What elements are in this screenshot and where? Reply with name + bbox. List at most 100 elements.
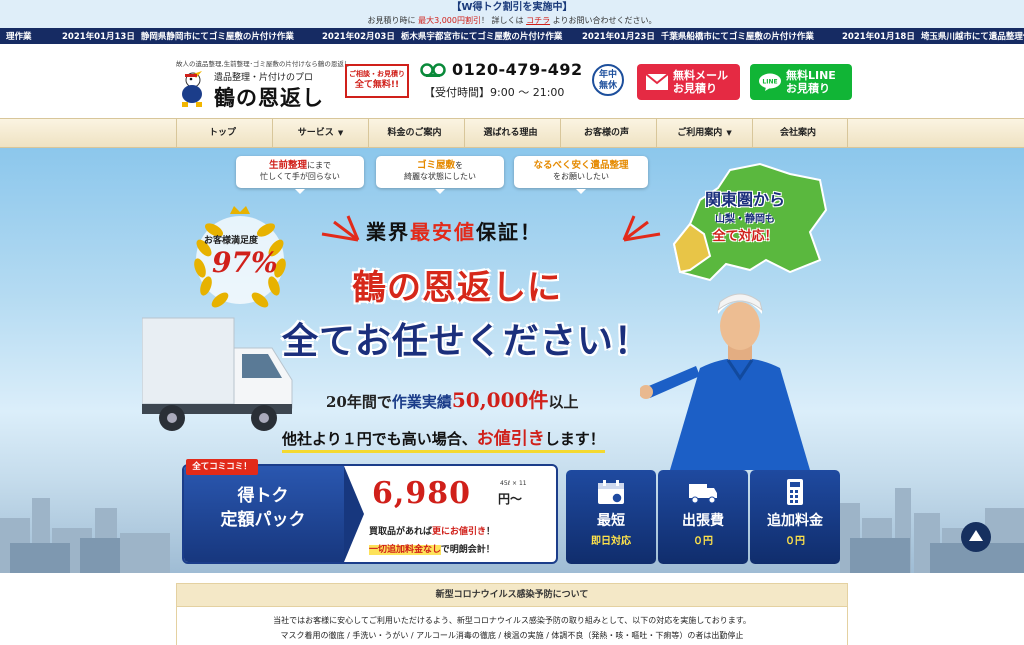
- line-estimate-button[interactable]: LINE 無料LINE お見積り: [750, 64, 852, 100]
- nav-reasons[interactable]: 選ばれる理由: [464, 119, 560, 147]
- covid-notice-title: 新型コロナウイルス感染予防について: [176, 583, 848, 607]
- worry-bubble-1: 生前整理にまで 忙しくて手が回らない: [236, 156, 364, 194]
- pack-size-note: 45ℓ × 11: [500, 480, 527, 487]
- ticker-text: 理作業: [6, 32, 32, 42]
- mail-label-2: お見積り: [673, 82, 717, 95]
- record-b: 作業実績: [391, 393, 452, 411]
- promo-suffix: よりお問い合わせください。: [552, 16, 657, 25]
- logo-tagline: 故人の遺品整理,生前整理･ゴミ屋敷の片付けなら鶴の恩返し: [176, 60, 351, 68]
- worry-bubble-2: ゴミ屋敷を 綺麗な状態にしたい: [376, 156, 504, 194]
- track-record: 20年間で作業実績50,000件以上: [326, 384, 578, 413]
- bubble-line2: をお願いしたい: [553, 172, 609, 181]
- service-area-text: 関東圏から 山梨・静岡も 全て対応！: [680, 186, 810, 244]
- note1-b: 更にお値引き: [432, 527, 487, 537]
- bubble-line2: 綺麗な状態にしたい: [404, 172, 476, 181]
- truck-image: [142, 317, 293, 431]
- price-match-promise: 他社より１円でも高い場合、お値引きします！: [282, 424, 605, 453]
- headline-primary: 鶴の恩返しに: [352, 268, 562, 308]
- ticker-item[interactable]: 理作業: [0, 30, 32, 42]
- nav-pricing[interactable]: 料金のご案内: [368, 119, 464, 147]
- line-app-icon: LINE: [759, 73, 781, 91]
- bubble-highlight: なるべく安く遺品整理: [533, 160, 629, 171]
- bubble-rest: にまで: [307, 161, 331, 170]
- free-top: ご相談・お見積り: [349, 70, 405, 78]
- pack-note-no-extra: 一切追加料金なしで明朗会計！: [369, 542, 495, 555]
- chevron-down-icon: ▼: [337, 129, 344, 137]
- nav-company[interactable]: 会社案内: [752, 119, 848, 147]
- discount-c: します！: [544, 430, 605, 448]
- promo-mid: ！ 詳しくは: [480, 16, 524, 25]
- open-all-year-badge: 年中 無休: [592, 64, 624, 96]
- pack-name: 得トク 定額パック: [208, 484, 318, 532]
- ticker-text: 栃木県宇都宮市にてゴミ屋敷の片付け作業: [400, 32, 563, 42]
- discount-b: お値引き: [476, 429, 545, 449]
- line-label-2: お見積り: [786, 82, 830, 95]
- burst-lines-icon: [622, 215, 661, 242]
- nav-top[interactable]: トップ: [176, 119, 272, 147]
- worry-bubble-3: なるべく安く遺品整理 をお願いしたい: [514, 156, 648, 194]
- ticker-text: 埼玉県川越市にて遺品整理作: [920, 32, 1024, 42]
- ticker-date: 2021年01月13日: [62, 32, 135, 42]
- ticker-date: 2021年01月18日: [842, 32, 915, 42]
- feature-line2: ０円: [693, 536, 713, 547]
- promo-highlight: 最大3,000円割引: [418, 16, 481, 25]
- line-label-1: 無料LINE: [786, 69, 836, 82]
- area-line-2: 山梨・静岡も: [715, 214, 775, 225]
- ticker-item[interactable]: 2021年02月03日 栃木県宇都宮市にてゴミ屋敷の片付け作業: [322, 30, 562, 42]
- nav-label: 選ばれる理由: [483, 128, 538, 138]
- pack-name-1: 得トク: [237, 486, 289, 506]
- note1-c: ！: [486, 527, 496, 537]
- nav-label: お客様の声: [583, 128, 629, 138]
- ticker-text: 静岡県静岡市にてゴミ屋敷の片付け作業: [140, 32, 294, 42]
- ticker-date: 2021年02月03日: [322, 32, 395, 42]
- promo-prefix: お見積り時に: [367, 16, 416, 25]
- scroll-to-top-button[interactable]: [961, 522, 991, 552]
- satisfaction-value: 97%: [212, 246, 278, 279]
- nav-label: サービス: [297, 128, 334, 138]
- guarantee-b: 最安値: [410, 220, 476, 244]
- promo-bar: 【W得トク割引を実施中】 お見積り時に 最大3,000円割引！ 詳しくは コチラ…: [0, 0, 1024, 28]
- free-estimate-badge: ご相談・お見積り 全て無料!!: [345, 64, 409, 98]
- feature-line2: ０円: [785, 536, 805, 547]
- bubble-rest: を: [455, 161, 463, 170]
- mail-button-text: 無料メール お見積り: [673, 69, 728, 95]
- crane-mascot-icon[interactable]: [176, 70, 210, 108]
- feature-same-day: 最短 即日対応: [566, 470, 656, 564]
- business-hours: 【受付時間】9:00 ～ 21:00: [424, 86, 565, 99]
- nav-guide[interactable]: ご利用案内 ▼: [656, 119, 752, 147]
- promo-line: お見積り時に 最大3,000円割引！ 詳しくは コチラ よりお問い合わせください…: [0, 15, 1024, 27]
- feature-line1: 追加料金: [767, 513, 823, 529]
- ticker-item[interactable]: 2021年01月13日 静岡県静岡市にてゴミ屋敷の片付け作業: [62, 30, 294, 42]
- phone-number[interactable]: 0120-479-492: [452, 60, 583, 79]
- nav-label: 料金のご案内: [387, 128, 442, 138]
- freedial-icon: [420, 63, 446, 77]
- record-a: 20年間で: [326, 393, 392, 411]
- all-inclusive-badge: 全てコミコミ！: [186, 459, 258, 475]
- nav-label: トップ: [208, 128, 236, 138]
- ticker-item[interactable]: 2021年01月23日 千葉県船橋市にてゴミ屋敷の片付け作業: [582, 30, 814, 42]
- nav-voices[interactable]: お客様の声: [560, 119, 656, 147]
- promo-link[interactable]: コチラ: [526, 16, 550, 25]
- burst-lines-icon: [321, 215, 360, 242]
- record-d: 以上: [548, 393, 579, 411]
- bubble-line2: 忙しくて手が回らない: [260, 172, 340, 181]
- nav-label: ご利用案内: [677, 128, 723, 138]
- headline-secondary: 全てお任せください！: [282, 320, 651, 362]
- feature-free-visit: 出張費 ０円: [658, 470, 748, 564]
- pack-price: 6,980: [372, 476, 471, 511]
- ticker-date: 2021年01月23日: [582, 32, 655, 42]
- bubble-highlight: ゴミ屋敷: [416, 160, 455, 171]
- feature-line1: 出張費: [682, 513, 724, 529]
- ticker-item[interactable]: 2021年01月18日 埼玉県川越市にて遺品整理作: [842, 30, 1024, 42]
- mail-label-1: 無料メール: [673, 69, 728, 82]
- note2-b: で明朗会計！: [440, 545, 495, 555]
- calculator-icon: [787, 479, 803, 505]
- pack-name-2: 定額パック: [220, 510, 306, 530]
- satisfaction-label: お客様満足度: [204, 236, 259, 246]
- ticker-text: 千葉県船橋市にてゴミ屋敷の片付け作業: [660, 32, 814, 42]
- mail-estimate-button[interactable]: 無料メール お見積り: [637, 64, 740, 100]
- discount-a: 他社より１円でも高い場合、: [282, 430, 477, 448]
- nav-services[interactable]: サービス ▼: [272, 119, 368, 147]
- site-logo[interactable]: 鶴の恩返し: [214, 82, 324, 112]
- promo-title: 【W得トク割引を実施中】: [451, 2, 573, 13]
